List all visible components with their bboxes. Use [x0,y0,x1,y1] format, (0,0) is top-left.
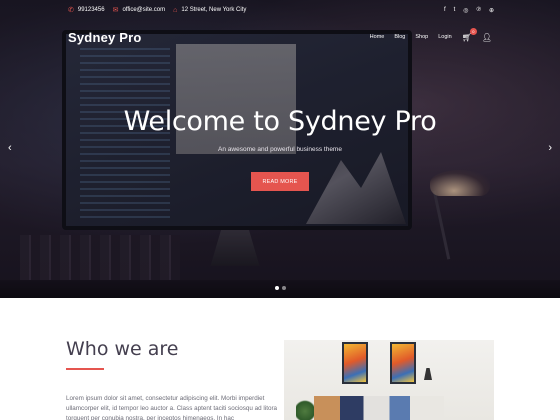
nav-blog[interactable]: Blog [394,34,405,40]
nav-shop[interactable]: Shop [415,34,428,40]
home-icon: ⌂ [173,6,178,14]
instagram-icon[interactable]: ◎ [463,7,468,14]
cart-button[interactable]: 🛒︎ 0 [462,27,477,42]
nav-login[interactable]: Login [438,34,451,40]
slider-dot-2[interactable] [282,286,286,290]
about-title-underline [66,368,104,370]
site-logo[interactable]: Sydney Pro [68,30,142,45]
dribbble-icon[interactable]: ⊕ [489,7,494,14]
main-nav: Home Blog Shop Login 🛒︎ 0 👤︎ [370,20,492,54]
contact-email[interactable]: ✉ office@site.com [113,6,166,14]
site-header: Sydney Pro Home Blog Shop Login 🛒︎ 0 👤︎ [0,20,560,54]
framed-art-left [342,342,368,384]
framed-art-right [390,342,416,384]
nav-home[interactable]: Home [370,34,385,40]
hero-slider: ✆ 99123456 ✉ office@site.com ⌂ 12 Street… [0,0,560,298]
contact-address: ⌂ 12 Street, New York City [173,7,246,14]
cart-count-badge: 0 [469,27,477,35]
desk-lamp-decor [424,368,432,380]
phone-icon: ✆ [68,7,74,14]
top-bar: ✆ 99123456 ✉ office@site.com ⌂ 12 Street… [0,0,560,20]
shelf-decor [314,396,444,420]
user-icon[interactable]: 👤︎ [482,33,492,42]
contact-phone[interactable]: ✆ 99123456 [68,6,105,14]
hero-subtitle: An awesome and powerful business theme [218,146,342,153]
twitter-icon[interactable]: t [454,7,456,13]
slider-dot-1[interactable] [275,286,279,290]
about-image [284,340,494,420]
email-text: office@site.com [122,7,166,13]
read-more-button[interactable]: READ MORE [251,172,309,191]
about-title: Who we are [66,338,179,360]
slider-dots [275,286,286,290]
social-links: f t ◎ ℗ ⊕ [444,0,494,20]
hero-title: Welcome to Sydney Pro [123,106,437,137]
phone-text: 99123456 [77,7,105,13]
pinterest-icon[interactable]: ℗ [477,7,481,13]
envelope-icon: ✉ [112,7,119,14]
facebook-icon[interactable]: f [444,7,446,13]
address-text: 12 Street, New York City [181,7,247,13]
plant-decor [296,398,314,420]
slider-prev-arrow-icon[interactable]: ‹ [8,142,12,154]
slider-next-arrow-icon[interactable]: › [548,142,552,154]
about-text: Lorem ipsum dolor sit amet, consectetur … [66,395,278,420]
